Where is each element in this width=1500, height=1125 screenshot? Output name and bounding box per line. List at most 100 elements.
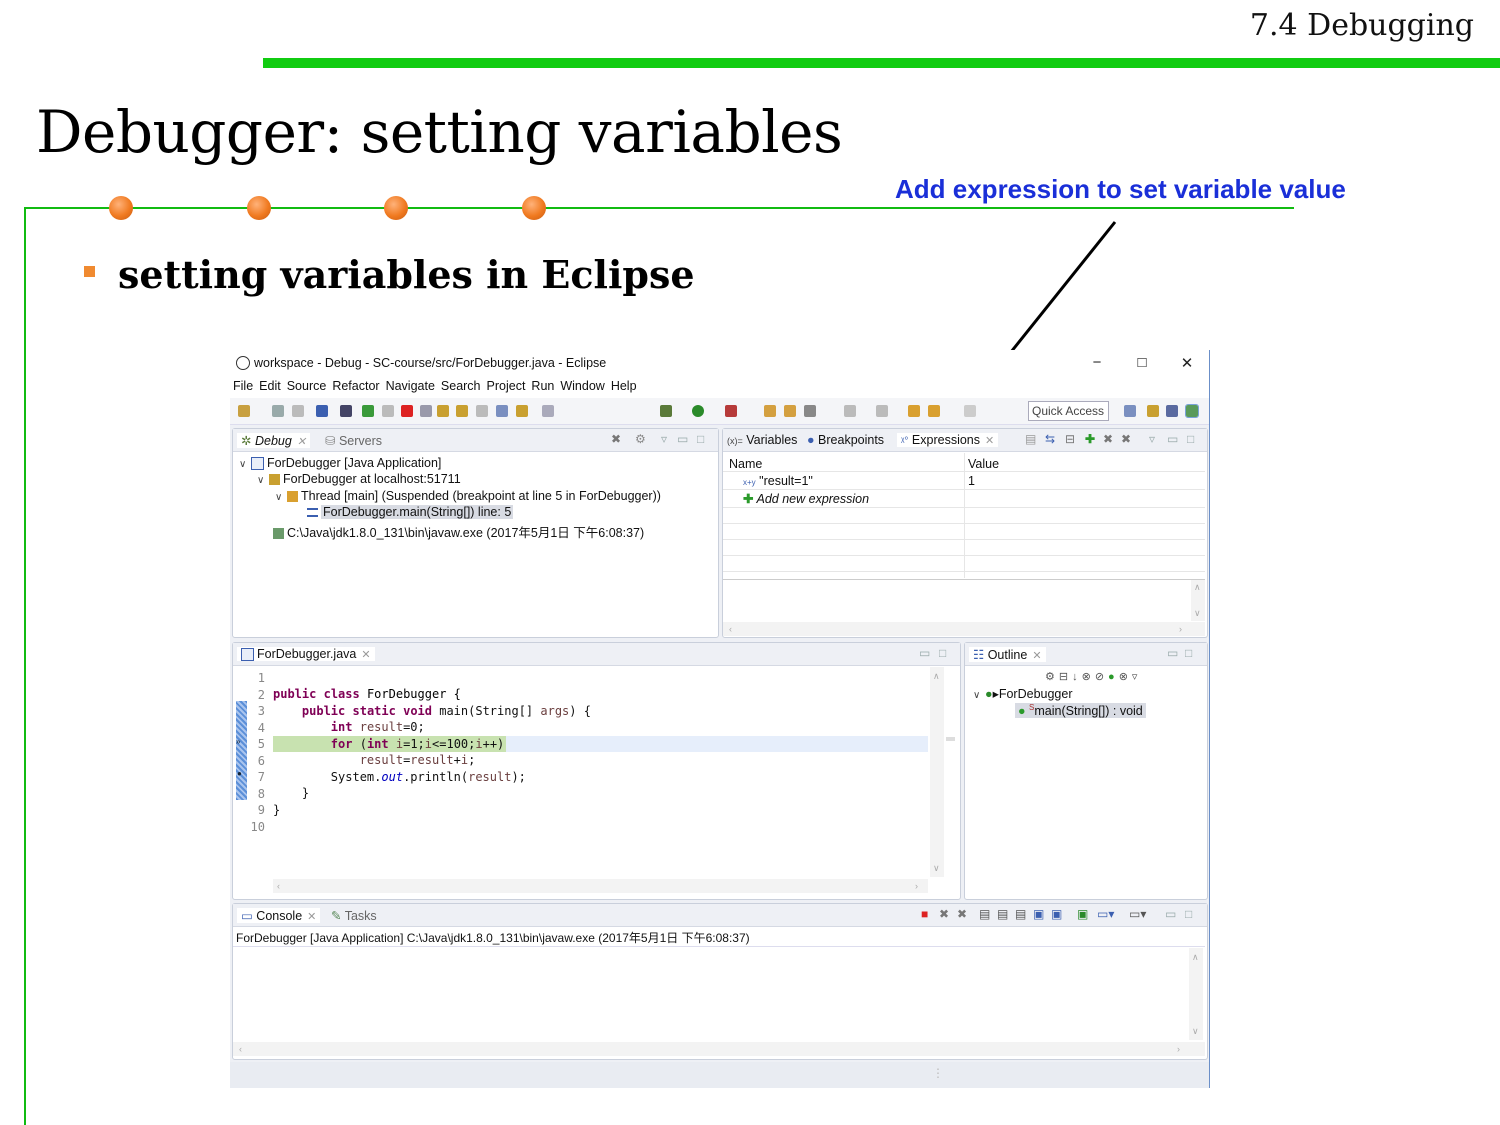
console-vertical-scrollbar[interactable]: ∧ ∨	[1189, 948, 1203, 1040]
minimize-view-icon[interactable]: ▭	[919, 646, 930, 660]
column-header-value[interactable]: Value	[968, 457, 999, 471]
save-all-icon[interactable]	[292, 405, 304, 417]
maximize-view-icon[interactable]: □	[1185, 646, 1192, 660]
hide-static-icon[interactable]: ⊘	[1095, 671, 1108, 683]
minimize-view-icon[interactable]: ▭	[1167, 646, 1178, 660]
expression-value[interactable]: 1	[968, 474, 975, 488]
column-header-name[interactable]: Name	[729, 457, 762, 471]
hide-local-types-icon[interactable]: ⊗	[1119, 671, 1132, 683]
menu-help[interactable]: Help	[611, 379, 637, 393]
view-menu-icon[interactable]: ▿	[1132, 671, 1142, 683]
line-number[interactable]: 4	[241, 721, 265, 735]
show-logical-structure-icon[interactable]: ⇆	[1045, 432, 1055, 446]
console-horizontal-scrollbar[interactable]: ‹ ›	[233, 1042, 1205, 1056]
menu-project[interactable]: Project	[487, 379, 526, 393]
view-menu-icon[interactable]: ▿	[1149, 432, 1155, 446]
step-into-icon[interactable]	[437, 405, 449, 417]
disconnect-icon[interactable]	[420, 405, 432, 417]
external-tools-icon[interactable]	[725, 405, 737, 417]
sort-icon[interactable]: ↓	[1072, 671, 1082, 683]
menu-navigate[interactable]: Navigate	[386, 379, 435, 393]
clear-console-icon[interactable]: ▤	[979, 907, 990, 921]
line-number[interactable]: 5	[241, 737, 265, 751]
java-perspective-icon[interactable]	[1147, 405, 1159, 417]
chevron-down-icon[interactable]: ∨	[257, 475, 269, 486]
close-icon[interactable]: ✕	[1032, 650, 1041, 662]
editor-horizontal-scrollbar[interactable]: ‹ ›	[273, 879, 928, 893]
focus-icon[interactable]: ⚙	[1045, 671, 1059, 683]
run-icon[interactable]	[692, 405, 704, 417]
use-step-filters-icon[interactable]	[516, 405, 528, 417]
maximize-view-icon[interactable]: □	[939, 646, 946, 660]
details-horizontal-scrollbar[interactable]: ‹ ›	[723, 622, 1205, 636]
next-annotation-icon[interactable]	[876, 405, 888, 417]
show-on-stdout-icon[interactable]: ▣	[1033, 907, 1044, 921]
pin-icon[interactable]	[542, 405, 554, 417]
minimize-view-icon[interactable]: ▭	[677, 432, 688, 446]
line-number[interactable]: 9	[241, 803, 265, 817]
menu-window[interactable]: Window	[560, 379, 604, 393]
line-number[interactable]: 10	[241, 820, 265, 834]
add-new-expression[interactable]: ✚ Add new expression	[743, 491, 869, 506]
open-perspective-icon[interactable]	[1124, 405, 1136, 417]
search-tool-icon[interactable]	[804, 405, 816, 417]
maximize-view-icon[interactable]: □	[1187, 432, 1194, 446]
word-wrap-icon[interactable]: ▤	[1015, 907, 1026, 921]
java-ee-perspective-icon[interactable]	[1166, 405, 1178, 417]
tab-tasks[interactable]: ✎ Tasks	[331, 908, 377, 923]
line-number[interactable]: 8	[241, 787, 265, 801]
launch-icon[interactable]: ⚙	[635, 432, 646, 446]
resume-icon[interactable]	[362, 405, 374, 417]
code-line[interactable]: public static void main(String[] args) {	[273, 704, 953, 720]
minimize-view-icon[interactable]: ▭	[1165, 907, 1176, 921]
tab-expressions[interactable]: ᵡ° Expressions ✕	[897, 433, 999, 447]
expression-row[interactable]: x+y "result=1"	[743, 474, 813, 488]
chevron-down-icon[interactable]: ∨	[973, 690, 985, 701]
remove-launch-icon[interactable]: ✖	[939, 907, 949, 921]
menu-run[interactable]: Run	[531, 379, 554, 393]
code-line[interactable]: public class ForDebugger {	[273, 687, 953, 703]
new-icon[interactable]	[238, 405, 250, 417]
close-icon[interactable]: ✕	[361, 649, 370, 661]
debug-perspective-icon[interactable]	[1185, 404, 1199, 418]
pin-console-icon[interactable]: ▣	[1077, 907, 1088, 921]
remove-expression-icon[interactable]: ✖	[1103, 432, 1113, 446]
open-type-icon[interactable]	[784, 405, 796, 417]
tab-variables[interactable]: (x)= Variables	[727, 433, 797, 447]
add-expression-icon[interactable]: ✚	[1085, 432, 1095, 446]
close-icon[interactable]: ✕	[297, 436, 306, 448]
tab-outline[interactable]: ☷ Outline ✕	[969, 647, 1046, 662]
view-menu-icon[interactable]: ▿	[661, 432, 667, 446]
code-line[interactable]: }	[273, 786, 953, 802]
open-folder-icon[interactable]	[764, 405, 776, 417]
line-number[interactable]: 6	[241, 754, 265, 768]
step-return-icon[interactable]	[476, 405, 488, 417]
menu-edit[interactable]: Edit	[259, 379, 281, 393]
outline-class[interactable]: ∨ ●▸ForDebugger	[973, 686, 1073, 701]
chevron-down-icon[interactable]: ∨	[275, 492, 287, 503]
tab-breakpoints[interactable]: ● Breakpoints	[807, 433, 884, 447]
tree-process[interactable]: C:\Java\jdk1.8.0_131\bin\javaw.exe (2017…	[273, 522, 644, 541]
minimize-button[interactable]: −	[1082, 354, 1112, 371]
menu-refactor[interactable]: Refactor	[332, 379, 379, 393]
scroll-lock-icon[interactable]: ▤	[997, 907, 1008, 921]
remove-all-expressions-icon[interactable]: ✖	[1121, 432, 1131, 446]
tab-fordebugger-java[interactable]: ForDebugger.java ✕	[237, 647, 375, 662]
tab-servers[interactable]: ⛁ Servers	[325, 433, 382, 448]
close-icon[interactable]: ✕	[985, 435, 994, 447]
skip-breakpoints-icon[interactable]	[340, 405, 352, 417]
open-console-icon[interactable]: ▭▾	[1129, 907, 1146, 921]
show-type-names-icon[interactable]: ▤	[1025, 432, 1036, 446]
close-icon[interactable]: ✕	[307, 911, 316, 923]
hide-fields-icon[interactable]: ⊗	[1082, 671, 1095, 683]
tab-console[interactable]: ▭ Console ✕	[237, 908, 321, 923]
line-number[interactable]: 7	[241, 770, 265, 784]
menu-file[interactable]: File	[233, 379, 253, 393]
minimize-view-icon[interactable]: ▭	[1167, 432, 1178, 446]
line-number[interactable]: 1	[241, 671, 265, 685]
back-icon[interactable]	[928, 405, 940, 417]
collapse-all-icon[interactable]: ⊟	[1059, 671, 1072, 683]
terminate-icon[interactable]: ■	[921, 907, 928, 921]
terminate-icon[interactable]	[401, 405, 413, 417]
details-vertical-scrollbar[interactable]: ∧ ∨	[1191, 580, 1205, 621]
